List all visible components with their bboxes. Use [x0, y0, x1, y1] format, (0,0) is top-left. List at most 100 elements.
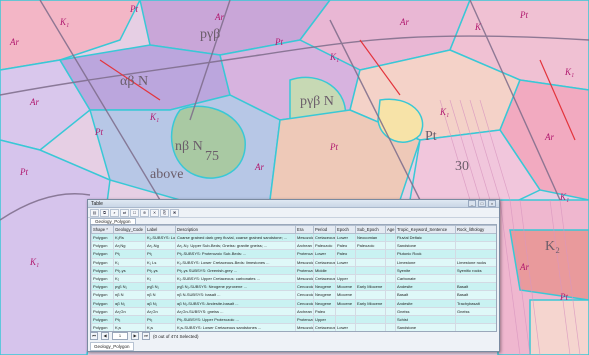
table-cell[interactable] — [385, 273, 396, 284]
table-cell[interactable]: Neogene — [313, 290, 336, 300]
table-cell[interactable]: Sandstone — [395, 241, 456, 251]
table-cell[interactable]: Fluvial Deltaic — [395, 232, 456, 243]
table-cell[interactable] — [355, 249, 386, 259]
table-cell[interactable]: K₁s — [113, 323, 146, 331]
table-cell[interactable]: Basalt — [455, 282, 496, 292]
table-cell[interactable]: Coarse grained dark grey fluvial, coarse… — [175, 232, 296, 243]
table-cell[interactable]: Mesozoic — [295, 257, 314, 267]
table-cell[interactable]: K₁Rs — [113, 232, 146, 243]
table-cell[interactable]: Pt₂-ys — [113, 265, 146, 275]
table-cell[interactable]: Cenozoic — [295, 290, 314, 300]
close-button[interactable]: × — [488, 200, 496, 207]
table-cell[interactable]: Ar₁Gn-SUBSYS: gneiss ... — [175, 306, 296, 316]
attribute-grid[interactable]: Shape * Geology_Code Label Description Era Pe… — [90, 224, 497, 332]
minimize-button[interactable]: _ — [468, 200, 476, 207]
maximize-button[interactable]: □ — [478, 200, 486, 207]
table-cell[interactable]: Ar₁Ng — [113, 241, 146, 251]
table-cell[interactable] — [385, 314, 396, 325]
column-header[interactable]: Age — [385, 225, 396, 234]
table-cell[interactable]: Andesite — [395, 282, 456, 292]
table-cell[interactable] — [335, 306, 356, 316]
table-cell[interactable]: Mesozoic — [295, 323, 314, 331]
table-cell[interactable]: Pt₂-ys — [145, 265, 176, 275]
table-cell[interactable]: Lower — [335, 232, 356, 243]
table-cell[interactable]: Polygon — [91, 290, 114, 300]
table-cell[interactable]: Archean — [295, 306, 314, 316]
column-header[interactable]: Geology_Code — [113, 225, 146, 234]
table-cell[interactable]: Paleo — [335, 241, 356, 251]
table-cell[interactable]: Polygon — [91, 273, 114, 284]
table-title-bar[interactable]: Table _ □ × — [88, 200, 499, 208]
table-cell[interactable] — [385, 323, 396, 331]
table-cell[interactable]: Proterozoic — [295, 265, 314, 275]
table-cell[interactable]: Polygon — [91, 298, 114, 308]
clear-selection-icon[interactable]: ☐ — [130, 208, 139, 217]
table-cell[interactable]: K₁ Ls — [145, 257, 176, 267]
table-cell[interactable]: Basalt — [395, 290, 456, 300]
table-cell[interactable]: pγβ N₁ — [145, 282, 176, 292]
table-cell[interactable] — [355, 265, 386, 275]
table-cell[interactable] — [455, 323, 496, 331]
column-header[interactable]: Label — [145, 225, 176, 234]
table-cell[interactable]: Lower — [335, 323, 356, 331]
table-cell[interactable]: K₁s — [145, 323, 176, 331]
column-header[interactable]: Epoch — [335, 225, 356, 234]
table-cell[interactable] — [385, 265, 396, 275]
select-by-attributes-icon[interactable]: ⌕ — [110, 208, 119, 217]
table-cell[interactable]: Trachybasalt — [455, 298, 496, 308]
table-row[interactable]: Polygon Pt₃ Pt₃ Pt₃-SUBSYS: Upper Proterozo… — [91, 314, 496, 325]
table-cell[interactable]: Paleo — [335, 249, 356, 259]
table-row[interactable]: Polygon K₁ K₁ Ls K₁-SUBSYS: Lower Cretaceou… — [91, 257, 496, 267]
table-cell[interactable] — [455, 314, 496, 325]
table-row[interactable]: Polygon K₂ K₂ K₂-SUBSYS: Upper Cretaceous: … — [91, 273, 496, 284]
table-cell[interactable] — [385, 306, 396, 316]
switch-selection-icon[interactable]: ⇄ — [120, 208, 129, 217]
table-cell[interactable]: Cenozoic — [295, 282, 314, 292]
table-cell[interactable]: Cenozoic — [295, 298, 314, 308]
table-cell[interactable]: Carbonate — [395, 273, 456, 284]
table-cell[interactable]: αβ N₁-SUBSYS: Andesite-basalt ... — [175, 298, 296, 308]
table-cell[interactable]: nβ N — [145, 290, 176, 300]
close-icon[interactable]: ✖ — [170, 208, 179, 217]
table-cell[interactable]: K₁ — [113, 257, 146, 267]
table-cell[interactable]: Neocomian — [355, 232, 386, 243]
table-cell[interactable]: Upper — [335, 273, 356, 284]
table-cell[interactable]: Paleozoic — [355, 241, 386, 251]
table-cell[interactable]: K₁-SUBSYS: Lower Cretaceous-Beds: limest… — [175, 257, 296, 267]
table-cell[interactable]: Ar₁Gn — [113, 306, 146, 316]
table-cell[interactable]: Pt₃ — [113, 314, 146, 325]
table-cell[interactable]: K₂-SUBSYS: Upper Cretaceous: carbonates … — [175, 273, 296, 284]
attribute-table-window[interactable]: Table _ □ × ▤ ⧉ ⌕ ⇄ ☐ ⊕ ✕ ⎘ ✖ Geology_Polygon Sh… — [87, 199, 500, 352]
table-cell[interactable] — [455, 232, 496, 243]
delete-selected-icon[interactable]: ✕ — [150, 208, 159, 217]
table-cell[interactable]: pγβ N₁ — [113, 282, 146, 292]
table-cell[interactable] — [385, 249, 396, 259]
table-cell[interactable] — [455, 241, 496, 251]
table-cell[interactable]: Paleo — [313, 306, 336, 316]
table-cell[interactable]: K₁-SUBSYS: Lower Cre-Beds: Cambrian ... — [145, 232, 176, 243]
table-cell[interactable] — [355, 323, 386, 331]
table-cell[interactable]: αβ N₁ — [145, 298, 176, 308]
table-cell[interactable]: Proterozoic — [295, 249, 314, 259]
table-cell[interactable]: K₁s-SUBSYS: Lower Cretaceous sandstones … — [175, 323, 296, 331]
table-cell[interactable]: Limestone rocks — [455, 257, 496, 267]
table-cell[interactable]: nβ N — [113, 290, 146, 300]
table-cell[interactable]: Polygon — [91, 306, 114, 316]
table-cell[interactable] — [355, 314, 386, 325]
table-cell[interactable]: Miocene — [335, 290, 356, 300]
table-cell[interactable] — [355, 257, 386, 267]
table-cell[interactable]: Lower — [335, 257, 356, 267]
table-cell[interactable]: Gneiss — [395, 306, 456, 316]
table-cell[interactable]: Pt₃-SUBSYS: Upper Proterozoic ... — [175, 314, 296, 325]
table-cell[interactable]: Archean — [295, 241, 314, 251]
column-header[interactable]: Tropic_Keyword_Sentence — [395, 225, 456, 234]
table-cell[interactable]: Pt₁ — [113, 249, 146, 259]
last-record-button[interactable]: ⏭ — [142, 332, 150, 340]
table-cell[interactable]: Mesozoic — [295, 232, 314, 243]
table-row[interactable]: Polygon Pt₂-ys Pt₂-ys Pt₂-ys SUBSYS: Greeni… — [91, 265, 496, 275]
column-header[interactable]: Sub_Epoch — [355, 225, 386, 234]
table-cell[interactable]: Neogene — [313, 282, 336, 292]
table-cell[interactable]: Upper — [313, 314, 336, 325]
table-cell[interactable]: Cretaceous — [313, 273, 336, 284]
table-cell[interactable] — [355, 273, 386, 284]
